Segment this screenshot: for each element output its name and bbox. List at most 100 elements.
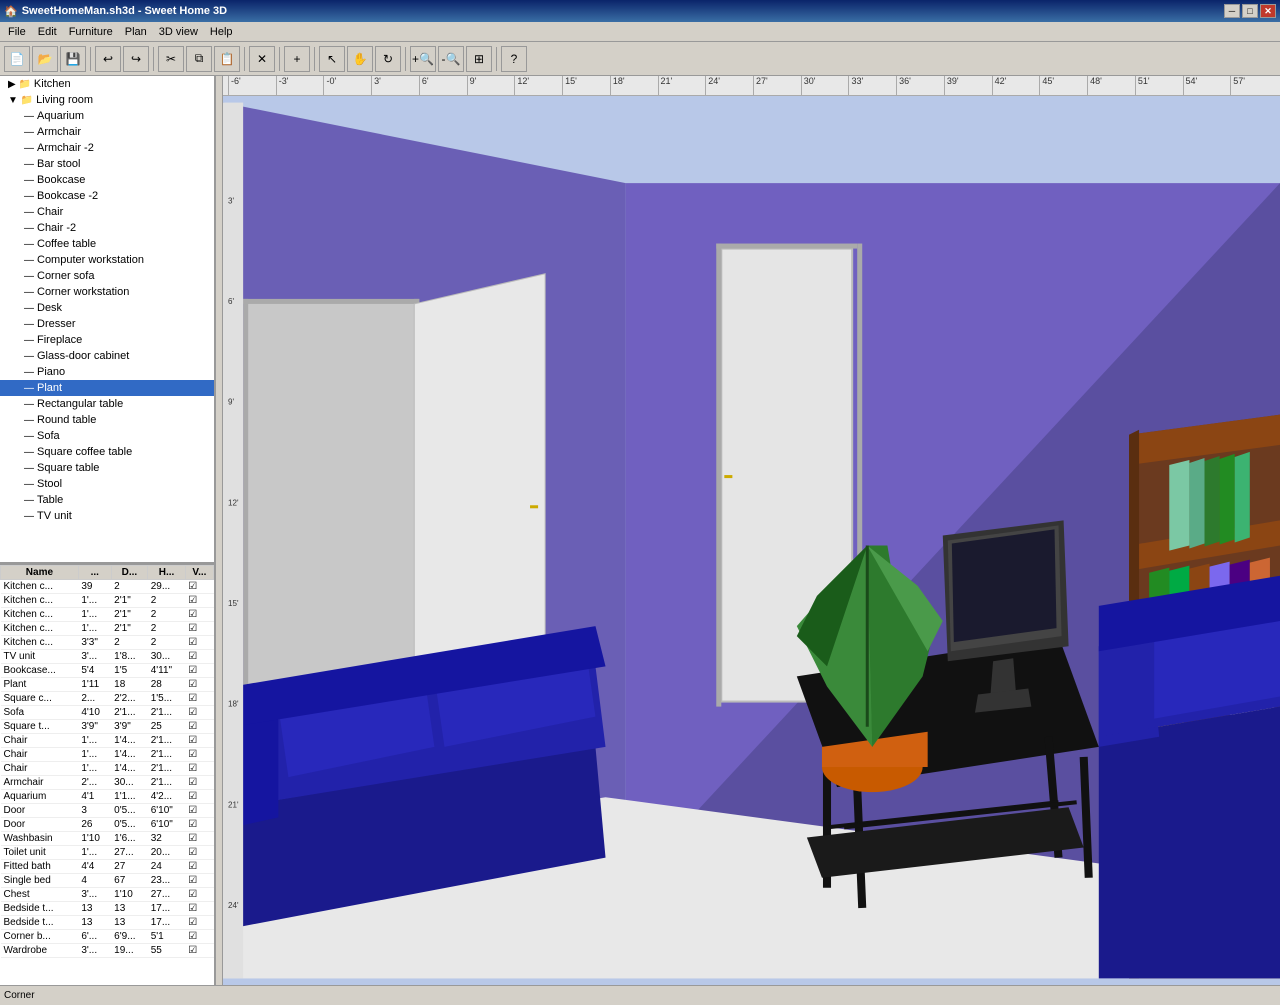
minimize-button[interactable]: ─ xyxy=(1224,4,1240,18)
tree-item-chair[interactable]: —Chair xyxy=(0,204,214,220)
table-row[interactable]: Door260'5...6'10"☑ xyxy=(1,818,214,832)
toolbar-zoom-in-button[interactable]: +🔍 xyxy=(410,46,436,72)
table-row[interactable]: Plant1'111828☑ xyxy=(1,678,214,692)
tree-item-label: Glass-door cabinet xyxy=(37,350,129,362)
toolbar-select-button[interactable]: ↖ xyxy=(319,46,345,72)
close-button[interactable]: ✕ xyxy=(1260,4,1276,18)
table-row[interactable]: Single bed46723...☑ xyxy=(1,874,214,888)
properties-panel[interactable]: Name...D...H...V... Kitchen c...39229...… xyxy=(0,565,214,985)
table-row[interactable]: TV unit3'...1'8...30...☑ xyxy=(1,650,214,664)
toolbar-redo-button[interactable]: ↪ xyxy=(123,46,149,72)
tree-item-label: Living room xyxy=(36,94,93,106)
table-row[interactable]: Chair1'...1'4...2'1...☑ xyxy=(1,762,214,776)
table-row[interactable]: Aquarium4'11'1...4'2...☑ xyxy=(1,790,214,804)
toolbar-paste-button[interactable]: 📋 xyxy=(214,46,240,72)
menu-item-file[interactable]: File xyxy=(2,24,32,40)
table-cell: Corner b... xyxy=(1,930,79,944)
toolbar-new-button[interactable]: 📄 xyxy=(4,46,30,72)
tree-item-kitchen[interactable]: ▶ 📁Kitchen xyxy=(0,76,214,92)
menu-item-edit[interactable]: Edit xyxy=(32,24,63,40)
tree-item-square-table[interactable]: —Square table xyxy=(0,460,214,476)
tree-item-coffee-table[interactable]: —Coffee table xyxy=(0,236,214,252)
tree-item-corner-sofa[interactable]: —Corner sofa xyxy=(0,268,214,284)
tree-item-armchair[interactable]: —Armchair xyxy=(0,124,214,140)
table-row[interactable]: Armchair2'...30...2'1...☑ xyxy=(1,776,214,790)
svg-text:3': 3' xyxy=(228,196,234,205)
table-row[interactable]: Bedside t...131317...☑ xyxy=(1,916,214,930)
table-row[interactable]: Square c...2...2'2...1'5...☑ xyxy=(1,692,214,706)
table-row[interactable]: Toilet unit1'...27...20...☑ xyxy=(1,846,214,860)
table-row[interactable]: Bedside t...131317...☑ xyxy=(1,902,214,916)
toolbar-zoom-out-button[interactable]: -🔍 xyxy=(438,46,464,72)
tree-item-tv-unit[interactable]: —TV unit xyxy=(0,508,214,524)
toolbar-delete-button[interactable]: ✕ xyxy=(249,46,275,72)
table-row[interactable]: Kitchen c...3'3"22☑ xyxy=(1,636,214,650)
toolbar-copy-button[interactable]: ⧉ xyxy=(186,46,212,72)
table-cell: 4 xyxy=(78,874,111,888)
tree-item-sofa[interactable]: —Sofa xyxy=(0,428,214,444)
tree-item-plant[interactable]: —Plant xyxy=(0,380,214,396)
table-cell: 27 xyxy=(111,860,148,874)
tree-item-stool[interactable]: —Stool xyxy=(0,476,214,492)
tree-item-bookcase-2[interactable]: —Bookcase -2 xyxy=(0,188,214,204)
furniture-icon: — xyxy=(24,479,34,490)
table-cell: 3'9" xyxy=(78,720,111,734)
toolbar-zoom-fit-button[interactable]: ⊞ xyxy=(466,46,492,72)
tree-item-corner-workstation[interactable]: —Corner workstation xyxy=(0,284,214,300)
toolbar-cut-button[interactable]: ✂ xyxy=(158,46,184,72)
tree-item-computer-workstation[interactable]: —Computer workstation xyxy=(0,252,214,268)
table-row[interactable]: Fitted bath4'42724☑ xyxy=(1,860,214,874)
menu-item-3d-view[interactable]: 3D view xyxy=(153,24,204,40)
tree-item-table[interactable]: —Table xyxy=(0,492,214,508)
toolbar-rotate-button[interactable]: ↻ xyxy=(375,46,401,72)
maximize-button[interactable]: □ xyxy=(1242,4,1258,18)
toolbar-save-button[interactable]: 💾 xyxy=(60,46,86,72)
table-row[interactable]: Chair1'...1'4...2'1...☑ xyxy=(1,734,214,748)
furniture-icon: — xyxy=(24,175,34,186)
table-row[interactable]: Chest3'...1'1027...☑ xyxy=(1,888,214,902)
table-cell: 20... xyxy=(148,846,186,860)
toolbar-open-button[interactable]: 📂 xyxy=(32,46,58,72)
tree-item-round-table[interactable]: —Round table xyxy=(0,412,214,428)
tree-item-aquarium[interactable]: —Aquarium xyxy=(0,108,214,124)
toolbar-add-furniture-button[interactable]: + xyxy=(284,46,310,72)
table-row[interactable]: Sofa4'102'1...2'1...☑ xyxy=(1,706,214,720)
table-row[interactable]: Kitchen c...39229...☑ xyxy=(1,580,214,594)
toolbar-undo-button[interactable]: ↩ xyxy=(95,46,121,72)
table-cell: 39 xyxy=(78,580,111,594)
menu-item-furniture[interactable]: Furniture xyxy=(63,24,119,40)
tree-view[interactable]: ▶ 📁Kitchen ▼ 📁Living room —Aquarium —Arm… xyxy=(0,76,214,565)
table-row[interactable]: Square t...3'9"3'9"25☑ xyxy=(1,720,214,734)
toolbar-help-button[interactable]: ? xyxy=(501,46,527,72)
3d-canvas[interactable]: 3' 6' 9' 12' 15' 18' 21' 24' xyxy=(223,96,1280,985)
tree-item-piano[interactable]: —Piano xyxy=(0,364,214,380)
table-row[interactable]: Door30'5...6'10"☑ xyxy=(1,804,214,818)
tree-indent xyxy=(4,286,24,298)
resize-handle[interactable] xyxy=(215,76,223,985)
tree-item-chair-2[interactable]: —Chair -2 xyxy=(0,220,214,236)
table-row[interactable]: Kitchen c...1'...2'1"2☑ xyxy=(1,594,214,608)
tree-item-dresser[interactable]: —Dresser xyxy=(0,316,214,332)
menu-item-help[interactable]: Help xyxy=(204,24,239,40)
toolbar-pan-button[interactable]: ✋ xyxy=(347,46,373,72)
table-cell: Bedside t... xyxy=(1,916,79,930)
tree-item-bookcase[interactable]: —Bookcase xyxy=(0,172,214,188)
table-row[interactable]: Kitchen c...1'...2'1"2☑ xyxy=(1,622,214,636)
tree-item-desk[interactable]: —Desk xyxy=(0,300,214,316)
tree-item-square-coffee-table[interactable]: —Square coffee table xyxy=(0,444,214,460)
table-row[interactable]: Kitchen c...1'...2'1"2☑ xyxy=(1,608,214,622)
tree-item-fireplace[interactable]: —Fireplace xyxy=(0,332,214,348)
tree-item-glass-door-cabinet[interactable]: —Glass-door cabinet xyxy=(0,348,214,364)
prop-col-header: ... xyxy=(78,566,111,580)
table-row[interactable]: Washbasin1'101'6...32☑ xyxy=(1,832,214,846)
tree-item-bar-stool[interactable]: —Bar stool xyxy=(0,156,214,172)
table-row[interactable]: Bookcase...5'41'54'11"☑ xyxy=(1,664,214,678)
tree-item-living-room[interactable]: ▼ 📁Living room xyxy=(0,92,214,108)
table-row[interactable]: Corner b...6'...6'9...5'1☑ xyxy=(1,930,214,944)
tree-item-rectangular-table[interactable]: —Rectangular table xyxy=(0,396,214,412)
ruler-mark: -0' xyxy=(323,76,336,95)
tree-item-armchair-2[interactable]: —Armchair -2 xyxy=(0,140,214,156)
table-row[interactable]: Chair1'...1'4...2'1...☑ xyxy=(1,748,214,762)
menu-item-plan[interactable]: Plan xyxy=(119,24,153,40)
table-row[interactable]: Wardrobe3'...19...55☑ xyxy=(1,944,214,958)
